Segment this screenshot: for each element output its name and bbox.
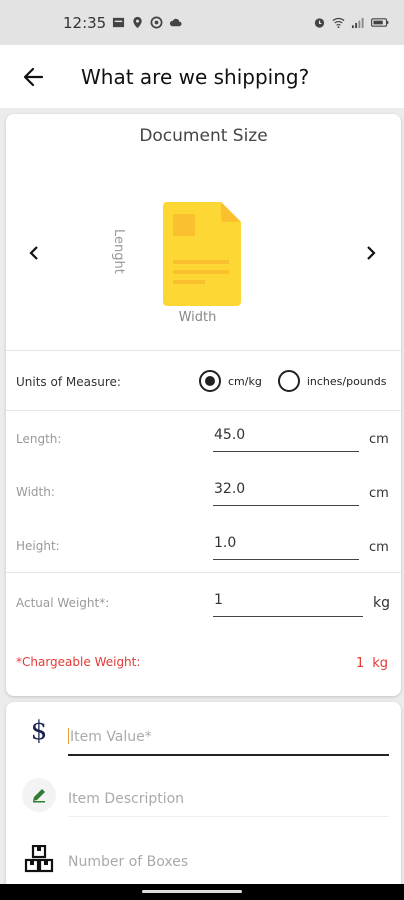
signal-icon [351,17,364,29]
dollar-icon: $ [30,716,48,746]
radio-selected-dot [205,376,215,386]
length-unit: cm [369,432,389,447]
divider [6,410,401,411]
previous-size-button[interactable] [19,238,49,268]
next-size-button[interactable] [356,238,386,268]
back-arrow-icon [23,67,44,86]
length-input[interactable]: 45.0 [213,427,359,452]
item-value-icon-wrap: $ [22,714,56,748]
height-input[interactable]: 1.0 [213,535,359,560]
chargeable-weight-label: *Chargeable Weight: [16,655,141,669]
app-notification-icon [150,16,163,29]
radio-inches-pounds[interactable] [277,370,300,392]
document-illustration [161,202,243,306]
chargeable-weight-value: 1 kg [356,656,389,671]
text-caret [68,728,69,744]
item-details-card: $ Item Value* Item Description Number of… [6,702,401,892]
units-label: Units of Measure: [16,375,121,389]
actual-weight-input[interactable]: 1 [213,592,363,617]
page-title: What are we shipping? [81,64,310,89]
pencil-icon [22,778,56,812]
height-unit: cm [369,540,389,555]
width-unit: cm [369,486,389,501]
number-of-boxes-input[interactable]: Number of Boxes [68,854,389,879]
alarm-icon [314,18,325,28]
status-time: 12:35 [63,13,107,32]
divider [6,572,401,573]
chevron-left-icon [29,246,38,260]
battery-icon [371,18,389,27]
cloud-icon [170,18,182,27]
message-icon [113,17,125,28]
item-description-input[interactable]: Item Description [68,791,389,817]
document-size-card: Document Size Lenght Width Units of Meas… [6,114,401,696]
width-axis-label: Width [178,310,217,325]
radio-cm-kg[interactable] [199,370,221,392]
home-gesture-handle[interactable] [142,890,242,893]
width-label: Width: [16,485,55,499]
back-button[interactable] [0,45,66,108]
item-description-icon-wrap [22,778,56,812]
app-bar: What are we shipping? [0,45,404,108]
document-icon [163,202,241,306]
item-value-input[interactable]: Item Value* [68,728,389,756]
status-bar: 12:35 [0,0,404,45]
radio-inches-pounds-label[interactable]: inches/pounds [307,375,387,388]
length-label: Length: [16,432,62,446]
document-size-title: Document Size [139,126,268,146]
boxes-icon-wrap [22,842,56,876]
wifi-icon [332,17,345,29]
actual-weight-unit: kg [373,595,390,611]
radio-cm-kg-label[interactable]: cm/kg [228,375,262,388]
units-radio-group: cm/kg inches/pounds [199,370,386,392]
divider [6,350,401,351]
chevron-right-icon [367,246,376,260]
boxes-icon [24,845,54,873]
location-icon [133,16,142,29]
actual-weight-label: Actual Weight*: [16,596,110,610]
length-axis-label: Lenght [111,229,126,274]
width-input[interactable]: 32.0 [213,481,359,506]
height-label: Height: [16,539,60,553]
